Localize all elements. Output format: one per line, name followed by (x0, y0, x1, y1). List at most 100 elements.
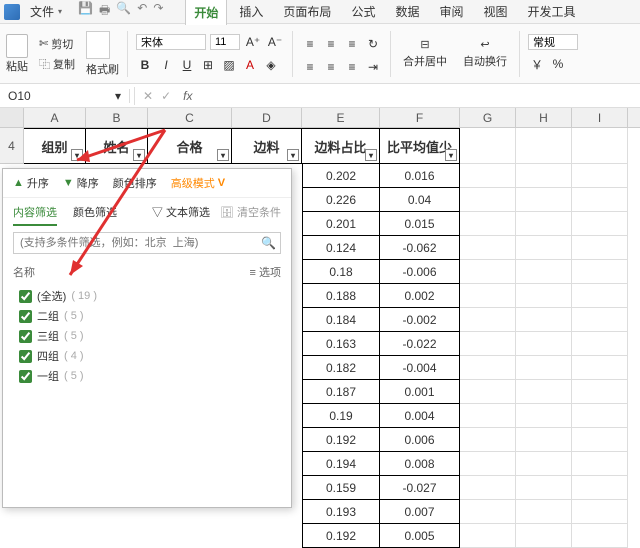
cell-F[interactable]: -0.006 (380, 260, 460, 284)
cell-E[interactable]: 0.187 (302, 380, 380, 404)
cell-H[interactable] (516, 500, 572, 524)
cell-I4[interactable] (572, 128, 628, 164)
cell-F[interactable]: 0.006 (380, 428, 460, 452)
cell-I[interactable] (572, 308, 628, 332)
cell-I[interactable] (572, 428, 628, 452)
currency-icon[interactable]: ￥ (528, 55, 546, 73)
cell-G[interactable] (460, 236, 516, 260)
cell-F[interactable]: -0.002 (380, 308, 460, 332)
filter-button-F[interactable]: ▾ (445, 149, 457, 161)
cell-E[interactable]: 0.192 (302, 524, 380, 548)
cell-H[interactable] (516, 380, 572, 404)
cell-H[interactable] (516, 404, 572, 428)
col-header-F[interactable]: F (380, 108, 460, 127)
border-button[interactable]: ⊞ (199, 56, 217, 74)
save-icon[interactable]: 💾 (78, 1, 93, 22)
wrap-text-button[interactable]: ↩ 自动换行 (459, 36, 511, 71)
tab-content-filter[interactable]: 内容筛选 (13, 204, 57, 226)
cell-I[interactable] (572, 500, 628, 524)
cell-E[interactable]: 0.182 (302, 356, 380, 380)
tab-insert[interactable]: 插入 (231, 0, 271, 25)
cancel-formula-icon[interactable]: ✕ (139, 89, 157, 103)
cell-H[interactable] (516, 212, 572, 236)
row-header-4[interactable]: 4 (0, 128, 24, 164)
search-icon[interactable]: 🔍 (261, 236, 276, 250)
cell-header-A[interactable]: 组别 ▾ (24, 128, 86, 164)
cell-F[interactable]: 0.004 (380, 404, 460, 428)
cell-F[interactable]: 0.008 (380, 452, 460, 476)
cell-H[interactable] (516, 332, 572, 356)
cell-I[interactable] (572, 476, 628, 500)
cell-F[interactable]: 0.04 (380, 188, 460, 212)
cell-F[interactable]: 0.002 (380, 284, 460, 308)
cell-F[interactable]: -0.004 (380, 356, 460, 380)
cell-G[interactable] (460, 380, 516, 404)
percent-icon[interactable]: % (549, 55, 567, 73)
copy-button[interactable]: ⿻ 复制 (36, 55, 78, 73)
tab-home[interactable]: 开始 (185, 0, 227, 25)
cell-G[interactable] (460, 284, 516, 308)
cell-H4[interactable] (516, 128, 572, 164)
cell-G[interactable] (460, 476, 516, 500)
cell-E[interactable]: 0.124 (302, 236, 380, 260)
align-mid-icon[interactable]: ≡ (322, 35, 340, 53)
cell-E[interactable]: 0.159 (302, 476, 380, 500)
cell-G[interactable] (460, 404, 516, 428)
cell-G[interactable] (460, 308, 516, 332)
format-painter-icon[interactable] (86, 31, 110, 59)
cell-F[interactable]: 0.007 (380, 500, 460, 524)
font-size-combo[interactable] (210, 34, 240, 50)
tab-formula[interactable]: 公式 (343, 0, 383, 25)
cell-G[interactable] (460, 212, 516, 236)
filter-item[interactable]: 三组( 5 ) (13, 326, 281, 346)
filter-checkbox[interactable] (19, 350, 32, 363)
cell-H[interactable] (516, 476, 572, 500)
cell-G[interactable] (460, 260, 516, 284)
cell-H[interactable] (516, 260, 572, 284)
align-top-icon[interactable]: ≡ (301, 35, 319, 53)
cell-F[interactable]: 0.015 (380, 212, 460, 236)
italic-button[interactable]: I (157, 56, 175, 74)
filter-item[interactable]: 四组( 4 ) (13, 346, 281, 366)
cell-F[interactable]: 0.001 (380, 380, 460, 404)
orientation-icon[interactable]: ↻ (364, 35, 382, 53)
cell-I[interactable] (572, 284, 628, 308)
filter-checkbox[interactable] (19, 290, 32, 303)
filter-item[interactable]: 二组( 5 ) (13, 306, 281, 326)
cell-I[interactable] (572, 332, 628, 356)
col-header-I[interactable]: I (572, 108, 628, 127)
col-header-D[interactable]: D (232, 108, 302, 127)
fill-color-button[interactable]: ▨ (220, 56, 238, 74)
cell-G[interactable] (460, 428, 516, 452)
col-header-A[interactable]: A (24, 108, 86, 127)
cell-F[interactable]: -0.022 (380, 332, 460, 356)
cell-header-D[interactable]: 边料 ▾ (232, 128, 302, 164)
cell-G[interactable] (460, 356, 516, 380)
cell-H[interactable] (516, 188, 572, 212)
number-format-combo[interactable] (528, 34, 578, 50)
cell-E[interactable]: 0.188 (302, 284, 380, 308)
cell-I[interactable] (572, 236, 628, 260)
tab-view[interactable]: 视图 (475, 0, 515, 25)
filter-checkbox[interactable] (19, 370, 32, 383)
tab-color-filter[interactable]: 颜色筛选 (73, 204, 117, 226)
clear-filter-button[interactable]: 🗄 清空条件 (220, 204, 281, 226)
filter-button-A[interactable]: ▾ (71, 149, 83, 161)
accept-formula-icon[interactable]: ✓ (157, 89, 175, 103)
col-header-G[interactable]: G (460, 108, 516, 127)
cell-I[interactable] (572, 260, 628, 284)
filter-search-input[interactable] (13, 232, 281, 254)
cell-E[interactable]: 0.226 (302, 188, 380, 212)
name-box[interactable]: O10 ▾ (0, 89, 130, 103)
sort-desc-button[interactable]: ▼降序 (63, 175, 99, 191)
cell-I[interactable] (572, 380, 628, 404)
merge-center-button[interactable]: ⊟ 合并居中 (399, 36, 451, 71)
select-all-corner[interactable] (0, 108, 24, 127)
cell-H[interactable] (516, 236, 572, 260)
text-filter-button[interactable]: ▽ 文本筛选 (152, 204, 210, 226)
indent-icon[interactable]: ⇥ (364, 58, 382, 76)
cell-G[interactable] (460, 164, 516, 188)
filter-item[interactable]: 一组( 5 ) (13, 366, 281, 386)
cell-E[interactable]: 0.184 (302, 308, 380, 332)
fx-button[interactable]: fx (175, 89, 200, 103)
